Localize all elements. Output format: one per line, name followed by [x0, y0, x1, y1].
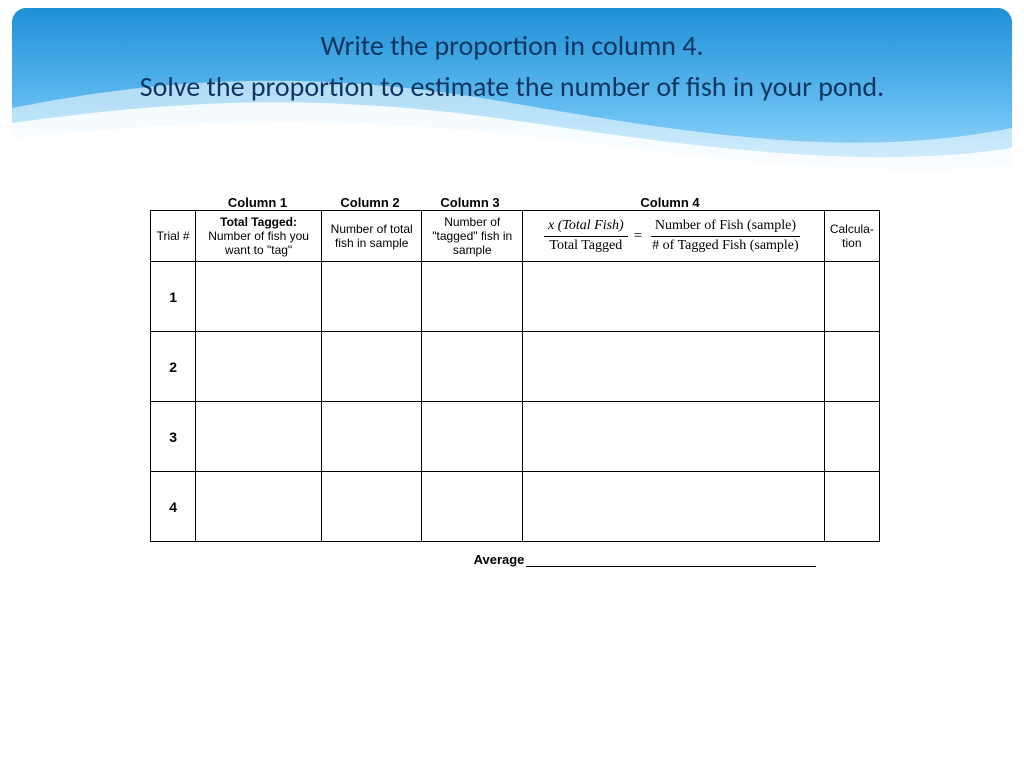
cell [321, 262, 422, 332]
cell [196, 472, 322, 542]
formula-right-denominator: # of Tagged Fish (sample) [648, 237, 803, 255]
column-3-label: Column 3 [420, 195, 520, 210]
trial-number: 2 [151, 332, 196, 402]
header-col1: Total Tagged: Number of fish you want to… [196, 211, 322, 262]
trial-number: 4 [151, 472, 196, 542]
instruction-line-1: Write the proportion in column 4. [12, 26, 1012, 67]
header-col2: Number of total fish in sample [321, 211, 422, 262]
proportion-table: Trial # Total Tagged: Number of fish you… [150, 210, 880, 542]
trial-number: 1 [151, 262, 196, 332]
table-row: 2 [151, 332, 880, 402]
cell [824, 262, 879, 332]
column-2-label: Column 2 [320, 195, 420, 210]
table-row: 3 [151, 402, 880, 472]
trial-number: 3 [151, 402, 196, 472]
cell [824, 332, 879, 402]
cell [321, 402, 422, 472]
cell [321, 332, 422, 402]
column-1-label: Column 1 [195, 195, 320, 210]
cell [523, 262, 825, 332]
header-col3: Number of "tagged" fish in sample [422, 211, 523, 262]
cell [196, 262, 322, 332]
header-col5: Calcula-tion [824, 211, 879, 262]
formula-left-denominator: Total Tagged [545, 237, 626, 255]
header-col4-formula: x (Total Fish) Total Tagged = Number of … [523, 211, 825, 262]
cell [824, 472, 879, 542]
average-label: Average [474, 552, 525, 567]
formula-right-numerator: Number of Fish (sample) [651, 218, 800, 237]
title-banner: Write the proportion in column 4. Solve … [12, 8, 1012, 188]
cell [523, 402, 825, 472]
cell [321, 472, 422, 542]
average-row: Average [150, 552, 880, 567]
header-row: Trial # Total Tagged: Number of fish you… [151, 211, 880, 262]
instruction-line-2: Solve the proportion to estimate the num… [12, 67, 1012, 108]
formula-left-numerator: x (Total Fish) [544, 218, 628, 237]
cell [523, 472, 825, 542]
table-row: 1 [151, 262, 880, 332]
column-4-label: Column 4 [520, 195, 820, 210]
worksheet-table-area: Column 1 Column 2 Column 3 Column 4 Tria… [150, 195, 880, 567]
cell [422, 332, 523, 402]
average-blank-line [526, 566, 816, 567]
cell [824, 402, 879, 472]
cell [196, 402, 322, 472]
cell [196, 332, 322, 402]
cell [523, 332, 825, 402]
table-row: 4 [151, 472, 880, 542]
column-labels-row: Column 1 Column 2 Column 3 Column 4 [150, 195, 880, 210]
cell [422, 402, 523, 472]
cell [422, 472, 523, 542]
header-trial: Trial # [151, 211, 196, 262]
equals-sign: = [634, 228, 642, 245]
cell [422, 262, 523, 332]
